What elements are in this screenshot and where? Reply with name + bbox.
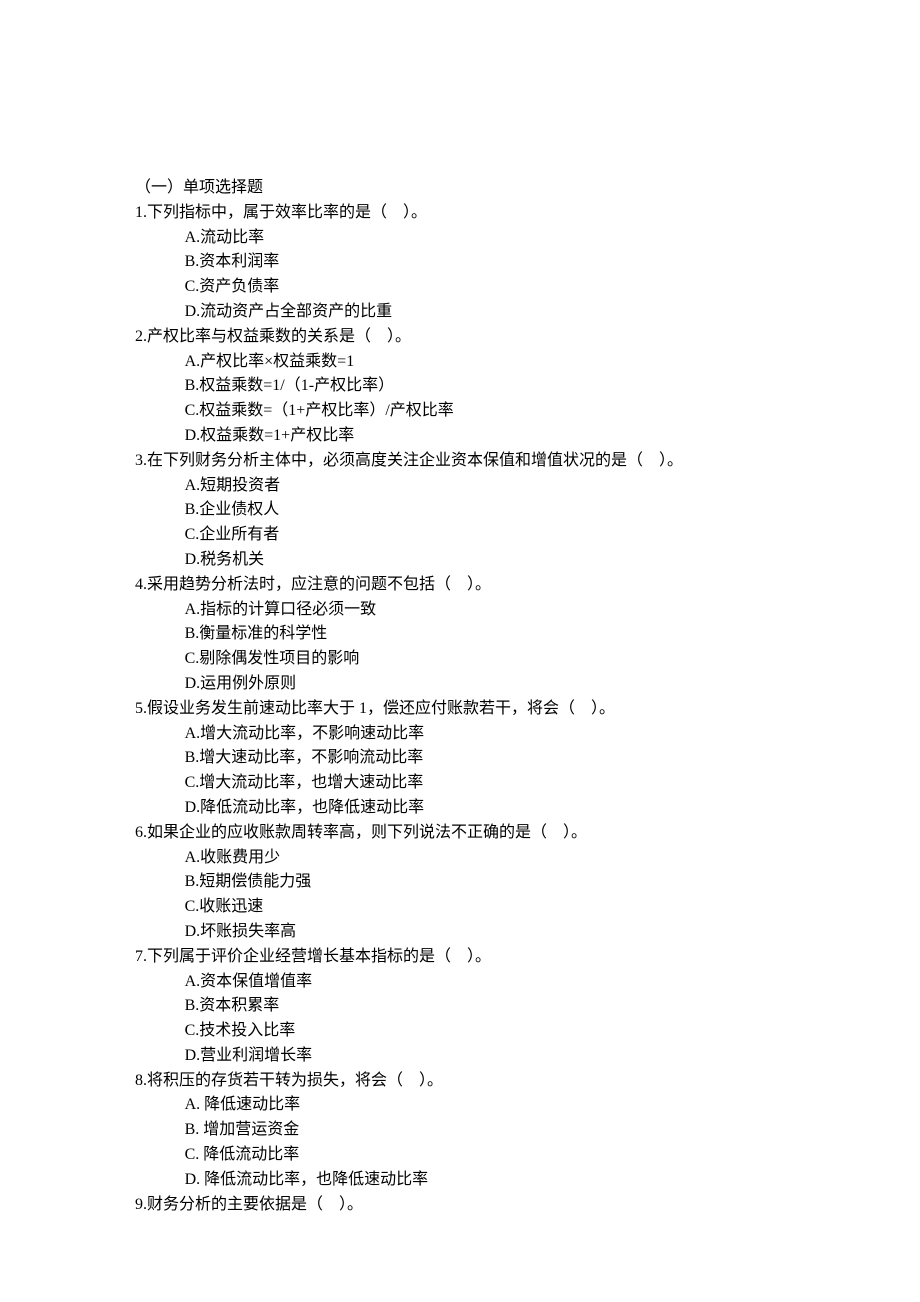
question-5: 5.假设业务发生前速动比率大于 1，偿还应付账款若干，将会（ ）。A.增大流动比… bbox=[135, 697, 830, 821]
option: D.营业利润增长率 bbox=[185, 1044, 830, 1069]
question-stem: 1.下列指标中，属于效率比率的是（ ）。 bbox=[135, 201, 830, 226]
question-1: 1.下列指标中，属于效率比率的是（ ）。A.流动比率B.资本利润率C.资产负债率… bbox=[135, 201, 830, 325]
question-6: 6.如果企业的应收账款周转率高，则下列说法不正确的是（ ）。A.收账费用少B.短… bbox=[135, 821, 830, 945]
option: C.技术投入比率 bbox=[185, 1019, 830, 1044]
question-stem: 5.假设业务发生前速动比率大于 1，偿还应付账款若干，将会（ ）。 bbox=[135, 697, 830, 722]
options: A.流动比率B.资本利润率C.资产负债率D.流动资产占全部资产的比重 bbox=[135, 226, 830, 325]
options: A.产权比率×权益乘数=1B.权益乘数=1/（1-产权比率）C.权益乘数=（1+… bbox=[135, 350, 830, 449]
option: A.收账费用少 bbox=[185, 846, 830, 871]
option: D.运用例外原则 bbox=[185, 672, 830, 697]
question-stem: 9.财务分析的主要依据是（ ）。 bbox=[135, 1193, 830, 1218]
option: D.降低流动比率，也降低速动比率 bbox=[185, 796, 830, 821]
option: B.衡量标准的科学性 bbox=[185, 622, 830, 647]
options: A. 降低速动比率B. 增加营运资金C. 降低流动比率D. 降低流动比率，也降低… bbox=[135, 1093, 830, 1192]
option: B. 增加营运资金 bbox=[185, 1118, 830, 1143]
option: A.产权比率×权益乘数=1 bbox=[185, 350, 830, 375]
options: A.增大流动比率，不影响速动比率B.增大速动比率，不影响流动比率C.增大流动比率… bbox=[135, 722, 830, 821]
option: B.企业债权人 bbox=[185, 498, 830, 523]
option: D. 降低流动比率，也降低速动比率 bbox=[185, 1168, 830, 1193]
option: B.增大速动比率，不影响流动比率 bbox=[185, 746, 830, 771]
option: B.资本利润率 bbox=[185, 250, 830, 275]
option: C.收账迅速 bbox=[185, 895, 830, 920]
option: C.企业所有者 bbox=[185, 523, 830, 548]
question-3: 3.在下列财务分析主体中，必须高度关注企业资本保值和增值状况的是（ ）。A.短期… bbox=[135, 449, 830, 573]
question-9: 9.财务分析的主要依据是（ ）。 bbox=[135, 1193, 830, 1218]
option: B.资本积累率 bbox=[185, 994, 830, 1019]
option: C.增大流动比率，也增大速动比率 bbox=[185, 771, 830, 796]
option: C.资产负债率 bbox=[185, 275, 830, 300]
question-stem: 3.在下列财务分析主体中，必须高度关注企业资本保值和增值状况的是（ ）。 bbox=[135, 449, 830, 474]
option: D.权益乘数=1+产权比率 bbox=[185, 424, 830, 449]
question-2: 2.产权比率与权益乘数的关系是（ ）。A.产权比率×权益乘数=1B.权益乘数=1… bbox=[135, 325, 830, 449]
question-stem: 2.产权比率与权益乘数的关系是（ ）。 bbox=[135, 325, 830, 350]
options: A.收账费用少B.短期偿债能力强C.收账迅速D.坏账损失率高 bbox=[135, 846, 830, 945]
option: D.流动资产占全部资产的比重 bbox=[185, 300, 830, 325]
option: C.剔除偶发性项目的影响 bbox=[185, 647, 830, 672]
options: A.指标的计算口径必须一致B.衡量标准的科学性C.剔除偶发性项目的影响D.运用例… bbox=[135, 598, 830, 697]
question-stem: 6.如果企业的应收账款周转率高，则下列说法不正确的是（ ）。 bbox=[135, 821, 830, 846]
option: A. 降低速动比率 bbox=[185, 1093, 830, 1118]
option: A.指标的计算口径必须一致 bbox=[185, 598, 830, 623]
document-page: （一）单项选择题 1.下列指标中，属于效率比率的是（ ）。A.流动比率B.资本利… bbox=[0, 0, 920, 1302]
option: A.流动比率 bbox=[185, 226, 830, 251]
option: A.短期投资者 bbox=[185, 474, 830, 499]
option: A.增大流动比率，不影响速动比率 bbox=[185, 722, 830, 747]
options: A.资本保值增值率B.资本积累率C.技术投入比率D.营业利润增长率 bbox=[135, 970, 830, 1069]
option: B.短期偿债能力强 bbox=[185, 870, 830, 895]
questions-container: 1.下列指标中，属于效率比率的是（ ）。A.流动比率B.资本利润率C.资产负债率… bbox=[135, 201, 830, 1218]
question-8: 8.将积压的存货若干转为损失，将会（ ）。A. 降低速动比率B. 增加营运资金C… bbox=[135, 1069, 830, 1193]
option: C. 降低流动比率 bbox=[185, 1143, 830, 1168]
option: D.税务机关 bbox=[185, 548, 830, 573]
question-stem: 4.采用趋势分析法时，应注意的问题不包括（ ）。 bbox=[135, 573, 830, 598]
options: A.短期投资者B.企业债权人C.企业所有者D.税务机关 bbox=[135, 474, 830, 573]
option: D.坏账损失率高 bbox=[185, 920, 830, 945]
question-stem: 8.将积压的存货若干转为损失，将会（ ）。 bbox=[135, 1069, 830, 1094]
option: A.资本保值增值率 bbox=[185, 970, 830, 995]
option: C.权益乘数=（1+产权比率）/产权比率 bbox=[185, 399, 830, 424]
question-stem: 7.下列属于评价企业经营增长基本指标的是（ ）。 bbox=[135, 945, 830, 970]
option: B.权益乘数=1/（1-产权比率） bbox=[185, 374, 830, 399]
question-4: 4.采用趋势分析法时，应注意的问题不包括（ ）。A.指标的计算口径必须一致B.衡… bbox=[135, 573, 830, 697]
question-7: 7.下列属于评价企业经营增长基本指标的是（ ）。A.资本保值增值率B.资本积累率… bbox=[135, 945, 830, 1069]
section-title: （一）单项选择题 bbox=[135, 176, 830, 201]
